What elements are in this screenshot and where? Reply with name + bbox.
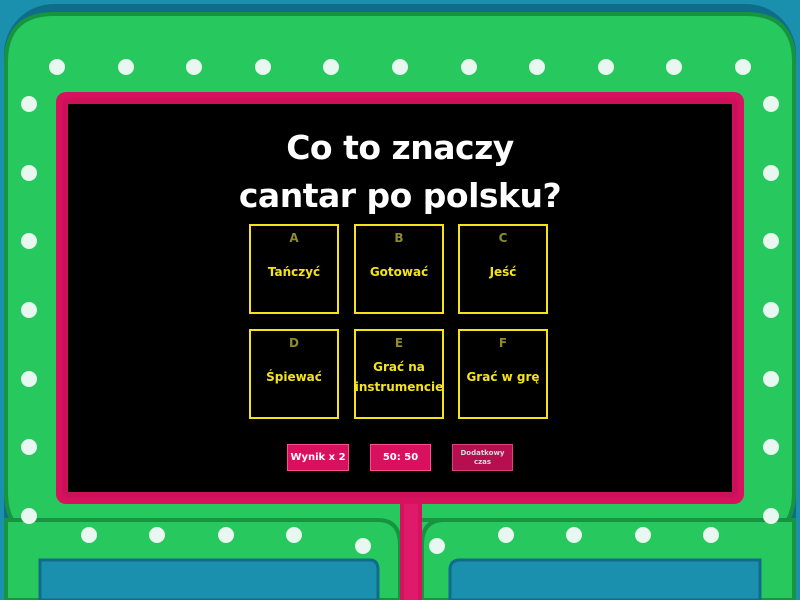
answer-text: Gotować [369,265,429,279]
double-score-button[interactable]: Wynik x 2 [287,444,349,471]
extra-time-button[interactable]: Dodatkowy czas [452,444,513,471]
answer-letter: D [289,336,299,350]
answer-f[interactable]: F Grać w grę [458,329,548,419]
question-line-1: Co to znaczy [286,128,514,167]
answer-letter: B [394,231,404,245]
question-line-2: cantar po polsku? [238,176,562,215]
question-screen: Co to znaczy cantar po polsku? A Tańczyć… [68,104,732,492]
answer-letter: E [394,336,404,350]
answer-letter: C [498,231,508,245]
fifty-fifty-button[interactable]: 50: 50 [370,444,431,471]
answer-e[interactable]: E Grać na instrumencie [354,329,444,419]
answer-text: Grać na instrumencie [354,360,444,394]
answer-c[interactable]: C Jeść [458,224,548,314]
answer-letter: F [498,336,508,350]
answer-a[interactable]: A Tańczyć [249,224,339,314]
answer-text: Grać w grę [466,370,540,384]
answer-text: Tańczyć [267,265,321,279]
answer-text: Jeść [489,265,517,279]
answer-text: Śpiewać [266,370,322,384]
answer-d[interactable]: D Śpiewać [249,329,339,419]
answer-b[interactable]: B Gotować [354,224,444,314]
answer-letter: A [289,231,299,245]
question-text: Co to znaczy cantar po polsku? [68,124,732,220]
